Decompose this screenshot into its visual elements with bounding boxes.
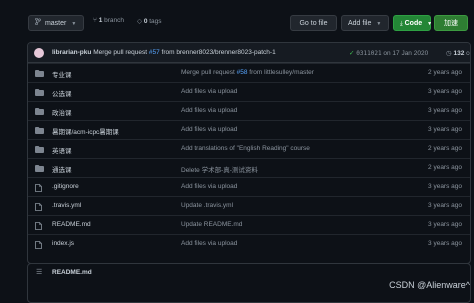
pr-link[interactable]: #58 bbox=[237, 69, 248, 76]
commit-date: on 17 Jan 2020 bbox=[383, 50, 429, 57]
chevron-down-icon: ▼ bbox=[71, 21, 77, 27]
commit-age: 3 years ago bbox=[428, 126, 462, 133]
table-row[interactable]: .travis.yml Update .travis.yml 3 years ago bbox=[28, 196, 470, 215]
commit-pr-link[interactable]: #57 bbox=[149, 49, 160, 56]
branch-count: 1 bbox=[98, 17, 103, 24]
commit-meta: ✓ 0311021 on 17 Jan 2020 bbox=[349, 49, 428, 57]
watermark: CSDN @Alienware^ bbox=[389, 280, 470, 290]
commit-msg-pre[interactable]: Merge pull request bbox=[93, 49, 147, 56]
add-file-button[interactable]: Add file ▼ bbox=[341, 15, 389, 31]
branch-icon bbox=[35, 16, 43, 32]
go-to-file-label: Go to file bbox=[299, 20, 328, 27]
folder-icon bbox=[35, 127, 44, 136]
tag-icon: ◇ bbox=[137, 18, 142, 25]
commit-message-link[interactable]: Delete 学术部-真-测试资料 bbox=[181, 164, 258, 174]
accelerate-button[interactable]: 加速 bbox=[434, 15, 468, 31]
table-row[interactable]: 暑期课/acm-icpc暑期课 Add files via upload 3 yea… bbox=[28, 120, 470, 139]
code-button[interactable]: ⤓ Code ▼ bbox=[393, 15, 433, 31]
folder-icon bbox=[35, 89, 44, 98]
commit-age: 3 years ago bbox=[428, 221, 462, 228]
table-row[interactable]: 英语课 Add translations of "English Reading"… bbox=[28, 139, 470, 158]
chevron-down-icon: ▼ bbox=[376, 21, 382, 27]
commit-message: librarian-pku Merge pull request #57 fro… bbox=[52, 49, 276, 56]
file-icon bbox=[35, 241, 42, 251]
table-row[interactable]: .gitignore Add files via upload 3 years ag… bbox=[28, 177, 470, 196]
commit-message-link[interactable]: Add files via upload bbox=[181, 240, 237, 247]
table-row[interactable]: 公选课 Add files via upload 3 years ago bbox=[28, 82, 470, 101]
table-row[interactable]: 通选课 Delete 学术部-真-测试资料 2 years ago bbox=[28, 158, 470, 177]
commit-message-link[interactable]: Add files via upload bbox=[181, 107, 237, 114]
accelerate-label: 加速 bbox=[444, 20, 458, 27]
branches-link[interactable]: ⑂ 1 branch bbox=[93, 17, 124, 24]
folder-icon bbox=[35, 70, 44, 79]
file-name-link[interactable]: 英语课 bbox=[52, 145, 72, 155]
commit-age: 3 years ago bbox=[428, 107, 462, 114]
go-to-file-button[interactable]: Go to file bbox=[290, 15, 337, 31]
folder-icon bbox=[35, 165, 44, 174]
file-icon bbox=[35, 184, 42, 194]
file-name-link[interactable]: 专业课 bbox=[52, 69, 72, 79]
commit-msg-post[interactable]: from brenner8023/brenner8023-patch-1 bbox=[162, 49, 276, 56]
file-icon bbox=[35, 222, 42, 232]
commit-msg-pre: Merge pull request bbox=[181, 69, 237, 76]
folder-icon bbox=[35, 108, 44, 117]
file-name-link[interactable]: .gitignore bbox=[52, 183, 79, 190]
latest-commit-bar: librarian-pku Merge pull request #57 fro… bbox=[28, 43, 470, 63]
branch-icon: ⑂ bbox=[93, 17, 97, 24]
file-name-link[interactable]: 公选课 bbox=[52, 88, 72, 98]
table-row[interactable]: index.js Add files via upload 3 years ago bbox=[28, 234, 470, 253]
file-icon bbox=[35, 203, 42, 213]
commit-age: 3 years ago bbox=[428, 202, 462, 209]
commit-age: 3 years ago bbox=[428, 183, 462, 190]
tags-count: 0 bbox=[143, 18, 148, 25]
add-file-label: Add file bbox=[348, 20, 372, 27]
file-name-link[interactable]: README.md bbox=[52, 221, 91, 228]
commit-age: 2 years ago bbox=[428, 145, 462, 152]
branch-select-button[interactable]: master ▼ bbox=[28, 15, 84, 31]
file-name-link[interactable]: 暑期课/acm-icpc暑期课 bbox=[52, 126, 119, 136]
commit-message-link[interactable]: Add files via upload bbox=[181, 126, 237, 133]
list-icon[interactable]: ☰ bbox=[36, 268, 42, 276]
commits-link[interactable]: ◷ 132 commits bbox=[446, 49, 470, 57]
branch-word: branch bbox=[104, 17, 125, 24]
table-row[interactable]: 专业课 Merge pull request #58 from littlesul… bbox=[28, 63, 470, 82]
file-name-link[interactable]: index.js bbox=[52, 240, 74, 247]
file-list: librarian-pku Merge pull request #57 fro… bbox=[27, 42, 471, 264]
commit-message-link[interactable]: Update README.md bbox=[181, 221, 242, 228]
download-icon: ⤓ bbox=[400, 21, 403, 27]
commit-message-link[interactable]: Add files via upload bbox=[181, 88, 237, 95]
commit-age: 2 years ago bbox=[428, 164, 462, 171]
commit-sha[interactable]: 0311021 bbox=[356, 50, 381, 57]
commits-word: commits bbox=[466, 50, 470, 57]
repo-toolbar: master ▼ ⑂ 1 branch ◇ 0 tags Go to file … bbox=[0, 0, 474, 44]
folder-icon bbox=[35, 146, 44, 155]
readme-title[interactable]: README.md bbox=[52, 269, 92, 276]
commit-message-link[interactable]: Add files via upload bbox=[181, 183, 237, 190]
table-row[interactable]: 政治课 Add files via upload 3 years ago bbox=[28, 101, 470, 120]
commit-message-link[interactable]: Add translations of "English Reading" co… bbox=[181, 145, 310, 152]
avatar[interactable] bbox=[34, 48, 44, 58]
commit-count: 132 bbox=[453, 50, 465, 57]
commit-author[interactable]: librarian-pku bbox=[52, 49, 91, 56]
tags-word: tags bbox=[149, 18, 162, 25]
commit-age: 3 years ago bbox=[428, 88, 462, 95]
commit-age: 2 years ago bbox=[428, 69, 462, 76]
table-row[interactable]: README.md Update README.md 3 years ago bbox=[28, 215, 470, 234]
history-icon: ◷ bbox=[446, 50, 452, 57]
file-name-link[interactable]: .travis.yml bbox=[52, 202, 81, 209]
chevron-down-icon: ▼ bbox=[427, 21, 433, 27]
tags-link[interactable]: ◇ 0 tags bbox=[137, 17, 162, 25]
check-icon: ✓ bbox=[349, 50, 355, 57]
commit-age: 3 years ago bbox=[428, 240, 462, 247]
branch-name: master bbox=[44, 20, 67, 27]
commit-message-link[interactable]: Update .travis.yml bbox=[181, 202, 233, 209]
code-label: Code bbox=[404, 20, 423, 27]
file-name-link[interactable]: 政治课 bbox=[52, 107, 72, 117]
commit-msg-post: from littlesulley/master bbox=[247, 69, 314, 76]
commit-message-link[interactable]: Merge pull request #58 from littlesulley… bbox=[181, 69, 314, 76]
file-name-link[interactable]: 通选课 bbox=[52, 164, 72, 174]
